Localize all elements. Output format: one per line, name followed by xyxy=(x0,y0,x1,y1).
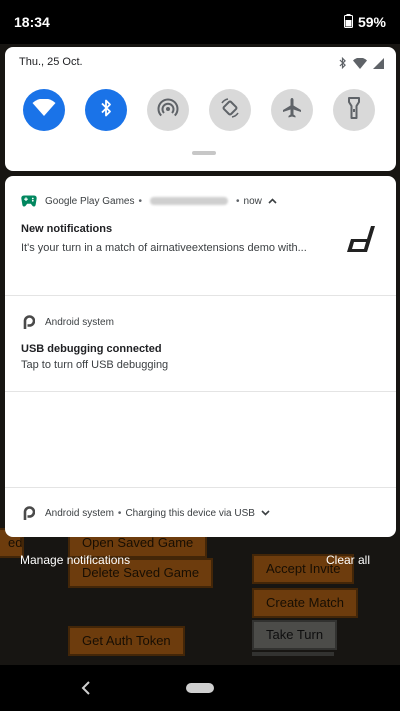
auto-rotate-icon xyxy=(219,97,241,124)
quick-settings-panel: Thu., 25 Oct. xyxy=(5,47,396,171)
signal-icon xyxy=(373,56,384,74)
home-button[interactable] xyxy=(186,683,214,693)
navigation-bar xyxy=(0,665,400,711)
notification-play-games[interactable]: Google Play Games • • now New notificati… xyxy=(5,176,396,296)
account-redacted xyxy=(150,197,229,205)
play-games-icon xyxy=(21,193,37,209)
notification-app-name: Android system xyxy=(45,507,114,519)
bluetooth-status-icon xyxy=(338,56,347,74)
qs-tile-wifi[interactable] xyxy=(23,89,65,131)
notification-empty-area xyxy=(5,392,396,488)
notification-body: Tap to turn off USB debugging xyxy=(21,359,169,371)
hotspot-icon xyxy=(157,97,179,124)
qs-tile-bluetooth[interactable] xyxy=(85,89,127,131)
game-logo-icon xyxy=(345,222,377,259)
qs-date[interactable]: Thu., 25 Oct. xyxy=(19,56,83,68)
wifi-icon xyxy=(32,98,56,122)
qs-tile-hotspot[interactable] xyxy=(147,89,189,131)
qs-expand-handle[interactable] xyxy=(192,151,216,155)
clear-all-button[interactable]: Clear all xyxy=(326,553,370,567)
notification-charging-usb[interactable]: Android system • Charging this device vi… xyxy=(5,488,396,537)
manage-notifications-button[interactable]: Manage notifications xyxy=(20,553,130,567)
wifi-status-icon xyxy=(353,56,367,74)
qs-tile-auto-rotate[interactable] xyxy=(209,89,251,131)
battery-percent: 59% xyxy=(357,14,386,30)
qs-tile-airplane[interactable] xyxy=(271,89,313,131)
status-bar: 18:34 59% xyxy=(0,0,400,44)
notification-usb-debugging[interactable]: Android system USB debugging connected T… xyxy=(5,296,396,392)
chevron-down-icon[interactable] xyxy=(261,510,270,516)
notification-panel: Google Play Games • • now New notificati… xyxy=(5,176,396,537)
notification-app-name: Google Play Games xyxy=(45,195,135,207)
flashlight-icon xyxy=(347,96,361,124)
notification-summary: Charging this device via USB xyxy=(125,507,255,519)
android-system-icon xyxy=(21,505,37,521)
qs-tile-flashlight[interactable] xyxy=(333,89,375,131)
airplane-icon xyxy=(281,97,303,124)
chevron-up-icon[interactable] xyxy=(268,198,277,204)
notification-time: now xyxy=(243,195,262,207)
notification-body: It's your turn in a match of airnativeex… xyxy=(21,242,307,254)
back-icon[interactable] xyxy=(78,677,92,704)
notification-title: New notifications xyxy=(21,223,113,235)
battery-icon xyxy=(343,13,353,31)
status-time: 18:34 xyxy=(14,14,50,30)
bluetooth-icon xyxy=(99,98,113,123)
android-system-icon xyxy=(21,314,37,330)
notification-title: USB debugging connected xyxy=(21,343,162,355)
notification-app-name: Android system xyxy=(45,316,114,328)
